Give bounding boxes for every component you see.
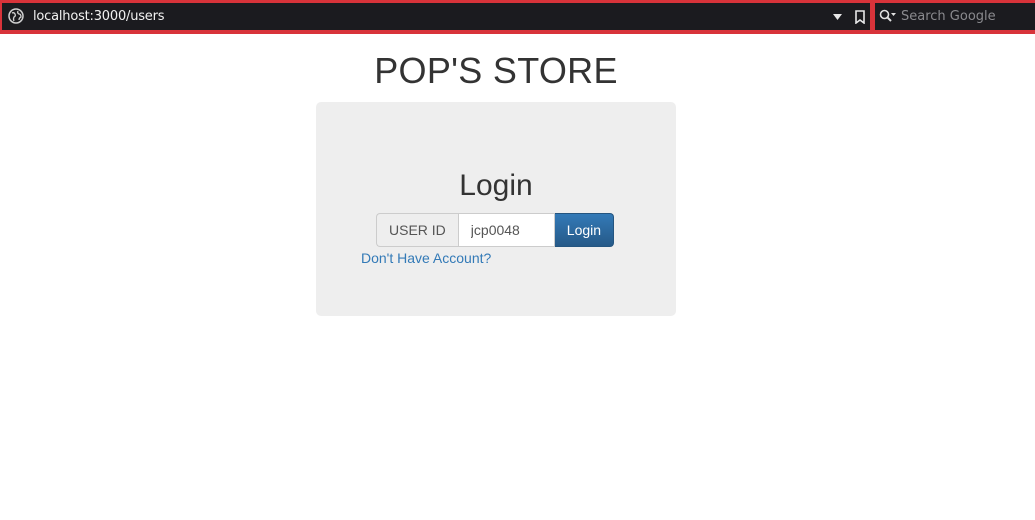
- chevron-down-icon[interactable]: [832, 11, 843, 22]
- login-input-group: USER ID Login: [376, 213, 615, 247]
- userid-input[interactable]: [457, 213, 555, 247]
- signup-link[interactable]: Don't Have Account?: [361, 250, 491, 266]
- search-bar[interactable]: [875, 3, 1035, 30]
- url-text[interactable]: localhost:3000/users: [33, 9, 165, 24]
- login-button[interactable]: Login: [554, 213, 615, 247]
- search-icon[interactable]: [879, 9, 897, 24]
- globe-icon: [8, 8, 24, 24]
- browser-toolbar: localhost:3000/users: [0, 0, 1035, 34]
- bookmark-icon[interactable]: [854, 10, 866, 24]
- page-title: POP'S STORE: [374, 50, 618, 91]
- login-heading: Login: [459, 169, 533, 202]
- search-input[interactable]: [901, 7, 1031, 26]
- login-panel: Login USER ID Login Don't Have Account?: [316, 102, 676, 316]
- userid-label: USER ID: [376, 213, 458, 247]
- address-bar[interactable]: localhost:3000/users: [2, 3, 870, 30]
